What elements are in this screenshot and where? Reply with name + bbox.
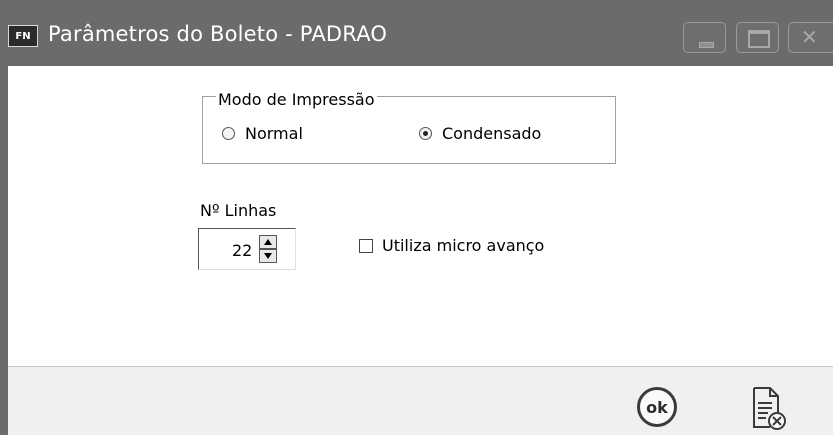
- radio-condensado-circle[interactable]: [419, 127, 432, 140]
- lines-spinner-buttons[interactable]: [259, 235, 277, 263]
- close-button[interactable]: ✕: [788, 22, 833, 53]
- ok-button[interactable]: ok: [637, 387, 677, 427]
- maximize-button[interactable]: [736, 22, 779, 53]
- radio-normal-label[interactable]: Normal: [245, 124, 303, 143]
- print-mode-legend: Modo de Impressão: [216, 90, 377, 109]
- dialog-window: FN Parâmetros do Boleto - PADRAO ✕ Modo …: [0, 0, 833, 435]
- lines-label: Nº Linhas: [200, 201, 277, 220]
- minimize-button[interactable]: [683, 22, 726, 53]
- cancel-document-icon: [753, 387, 786, 430]
- window-title: Parâmetros do Boleto - PADRAO: [48, 22, 388, 46]
- spinner-up-icon[interactable]: [259, 235, 277, 249]
- radio-normal[interactable]: Normal: [222, 124, 303, 143]
- ok-icon: ok: [646, 397, 668, 417]
- window-left-border: [0, 66, 8, 435]
- close-icon: ✕: [801, 25, 818, 49]
- micro-advance-checkbox[interactable]: Utiliza micro avanço: [359, 236, 544, 255]
- radio-condensado[interactable]: Condensado: [419, 124, 541, 143]
- title-bar[interactable]: FN Parâmetros do Boleto - PADRAO ✕: [0, 0, 833, 66]
- app-icon: FN: [8, 25, 38, 47]
- lines-value[interactable]: 22: [232, 241, 252, 260]
- spinner-down-icon[interactable]: [259, 249, 277, 263]
- radio-condensado-label[interactable]: Condensado: [442, 124, 541, 143]
- radio-normal-circle[interactable]: [222, 127, 235, 140]
- micro-advance-label[interactable]: Utiliza micro avanço: [382, 236, 544, 255]
- micro-advance-box[interactable]: [359, 238, 373, 253]
- cancel-button[interactable]: [748, 385, 788, 431]
- dialog-footer: [8, 366, 833, 435]
